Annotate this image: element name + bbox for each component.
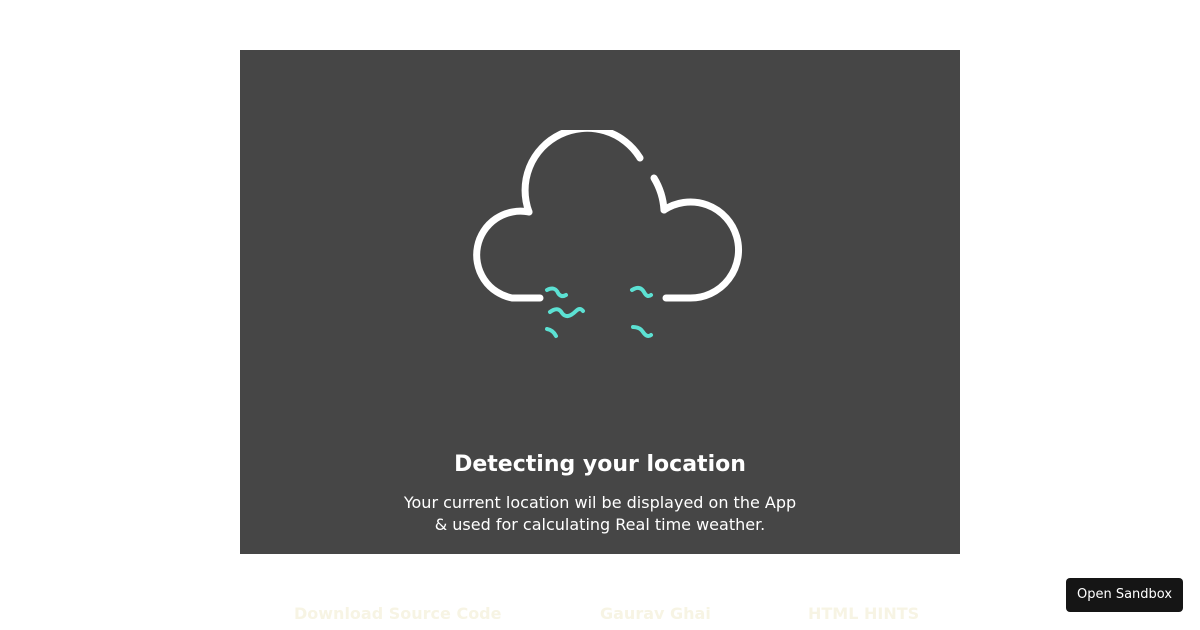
cloud-wind-icon [473,130,742,338]
html-hints-link[interactable]: HTML HINTS [808,604,919,623]
author-link[interactable]: Gaurav Ghai [600,604,711,623]
footer-links: Download Source Code Gaurav Ghai HTML HI… [0,604,1200,628]
card-description: Your current location wil be displayed o… [240,492,960,536]
card-description-line-1: Your current location wil be displayed o… [403,493,797,512]
card-description-line-2: & used for calculating Real time weather… [434,515,766,534]
card-title: Detecting your location [454,452,746,477]
page: Detecting your location Your current loc… [0,0,1200,630]
open-sandbox-button[interactable]: Open Sandbox [1066,578,1183,612]
download-source-link[interactable]: Download Source Code [294,604,501,623]
